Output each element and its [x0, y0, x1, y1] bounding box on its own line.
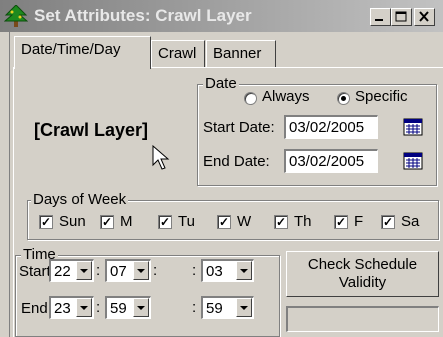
day-checkbox-tu[interactable]: ✓ — [158, 215, 172, 229]
minimize-icon — [375, 19, 383, 21]
day-label-th: Th — [294, 213, 312, 230]
chevron-down-icon — [137, 269, 145, 273]
time-separator: : — [192, 262, 197, 279]
button-label-line-2: Validity — [338, 274, 387, 291]
day-label-f: F — [354, 213, 364, 230]
day-checkbox-sun[interactable]: ✓ — [39, 215, 53, 229]
tab-crawl[interactable]: Crawl — [151, 40, 205, 67]
window-title: Set Attributes: Crawl Layer — [34, 6, 252, 25]
start-second-dropdown-button[interactable] — [236, 261, 252, 280]
day-label-w: W — [237, 213, 252, 230]
window-frame — [0, 32, 10, 337]
day-checkbox-f[interactable]: ✓ — [334, 215, 348, 229]
tab-label: Date/Time/Day — [21, 41, 121, 58]
tab-label: Banner — [213, 45, 262, 62]
day-checkbox-m[interactable]: ✓ — [100, 215, 114, 229]
end-hour-dropdown-button[interactable] — [76, 298, 92, 317]
chevron-down-icon — [240, 306, 248, 310]
always-radio[interactable] — [244, 92, 257, 105]
minimize-button[interactable] — [370, 8, 391, 26]
close-icon — [419, 11, 429, 22]
layer-name-label: [Crawl Layer] — [34, 120, 149, 140]
time-separator: : — [96, 299, 101, 316]
time-separator: : — [153, 262, 158, 279]
time-separator: : — [96, 262, 101, 279]
start-date-label: Start Date: — [203, 119, 275, 136]
start-hour-dropdown-button[interactable] — [76, 261, 92, 280]
always-label: Always — [262, 88, 310, 105]
status-field — [286, 306, 439, 332]
app-tree-icon — [4, 5, 28, 27]
close-button[interactable] — [414, 8, 435, 26]
start-date-input[interactable]: 03/02/2005 — [284, 115, 378, 139]
specific-radio[interactable] — [337, 92, 350, 105]
time-separator: : — [192, 299, 197, 316]
tab-label: Crawl — [158, 45, 197, 62]
chevron-down-icon — [240, 269, 248, 273]
check-schedule-validity-button[interactable]: Check Schedule Validity — [286, 251, 439, 297]
chevron-down-icon — [137, 306, 145, 310]
start-minute-value: 07 — [110, 263, 127, 280]
day-label-sa: Sa — [401, 213, 420, 230]
end-second-dropdown-button[interactable] — [236, 298, 252, 317]
end-date-input[interactable]: 03/02/2005 — [284, 149, 378, 173]
chevron-down-icon — [80, 269, 88, 273]
start-hour-value: 22 — [54, 263, 71, 280]
day-checkbox-th[interactable]: ✓ — [274, 215, 288, 229]
end-date-label: End Date: — [203, 153, 270, 170]
end-hour-value: 23 — [54, 300, 71, 317]
end-date-calendar-icon[interactable] — [403, 151, 423, 171]
button-label-line-1: Check Schedule — [307, 256, 418, 273]
day-label-sun: Sun — [59, 213, 86, 230]
days-of-week-label: Days of Week — [31, 191, 129, 208]
day-label-m: M — [120, 213, 133, 230]
start-minute-dropdown-button[interactable] — [133, 261, 149, 280]
end-minute-dropdown-button[interactable] — [133, 298, 149, 317]
maximize-icon — [395, 11, 407, 22]
end-time-label: End: — [21, 300, 52, 317]
date-group-label: Date — [203, 75, 239, 92]
day-checkbox-w[interactable]: ✓ — [217, 215, 231, 229]
day-checkbox-sa[interactable]: ✓ — [381, 215, 395, 229]
start-date-calendar-icon[interactable] — [403, 117, 423, 137]
start-second-value: 03 — [206, 263, 223, 280]
specific-label: Specific — [355, 88, 408, 105]
end-minute-value: 59 — [110, 300, 127, 317]
day-label-tu: Tu — [178, 213, 195, 230]
tab-banner[interactable]: Banner — [206, 40, 276, 67]
mouse-cursor-icon — [152, 145, 170, 170]
chevron-down-icon — [80, 306, 88, 310]
tab-date-time-day[interactable]: Date/Time/Day — [14, 36, 151, 69]
end-second-value: 59 — [206, 300, 223, 317]
maximize-button[interactable] — [391, 8, 412, 26]
